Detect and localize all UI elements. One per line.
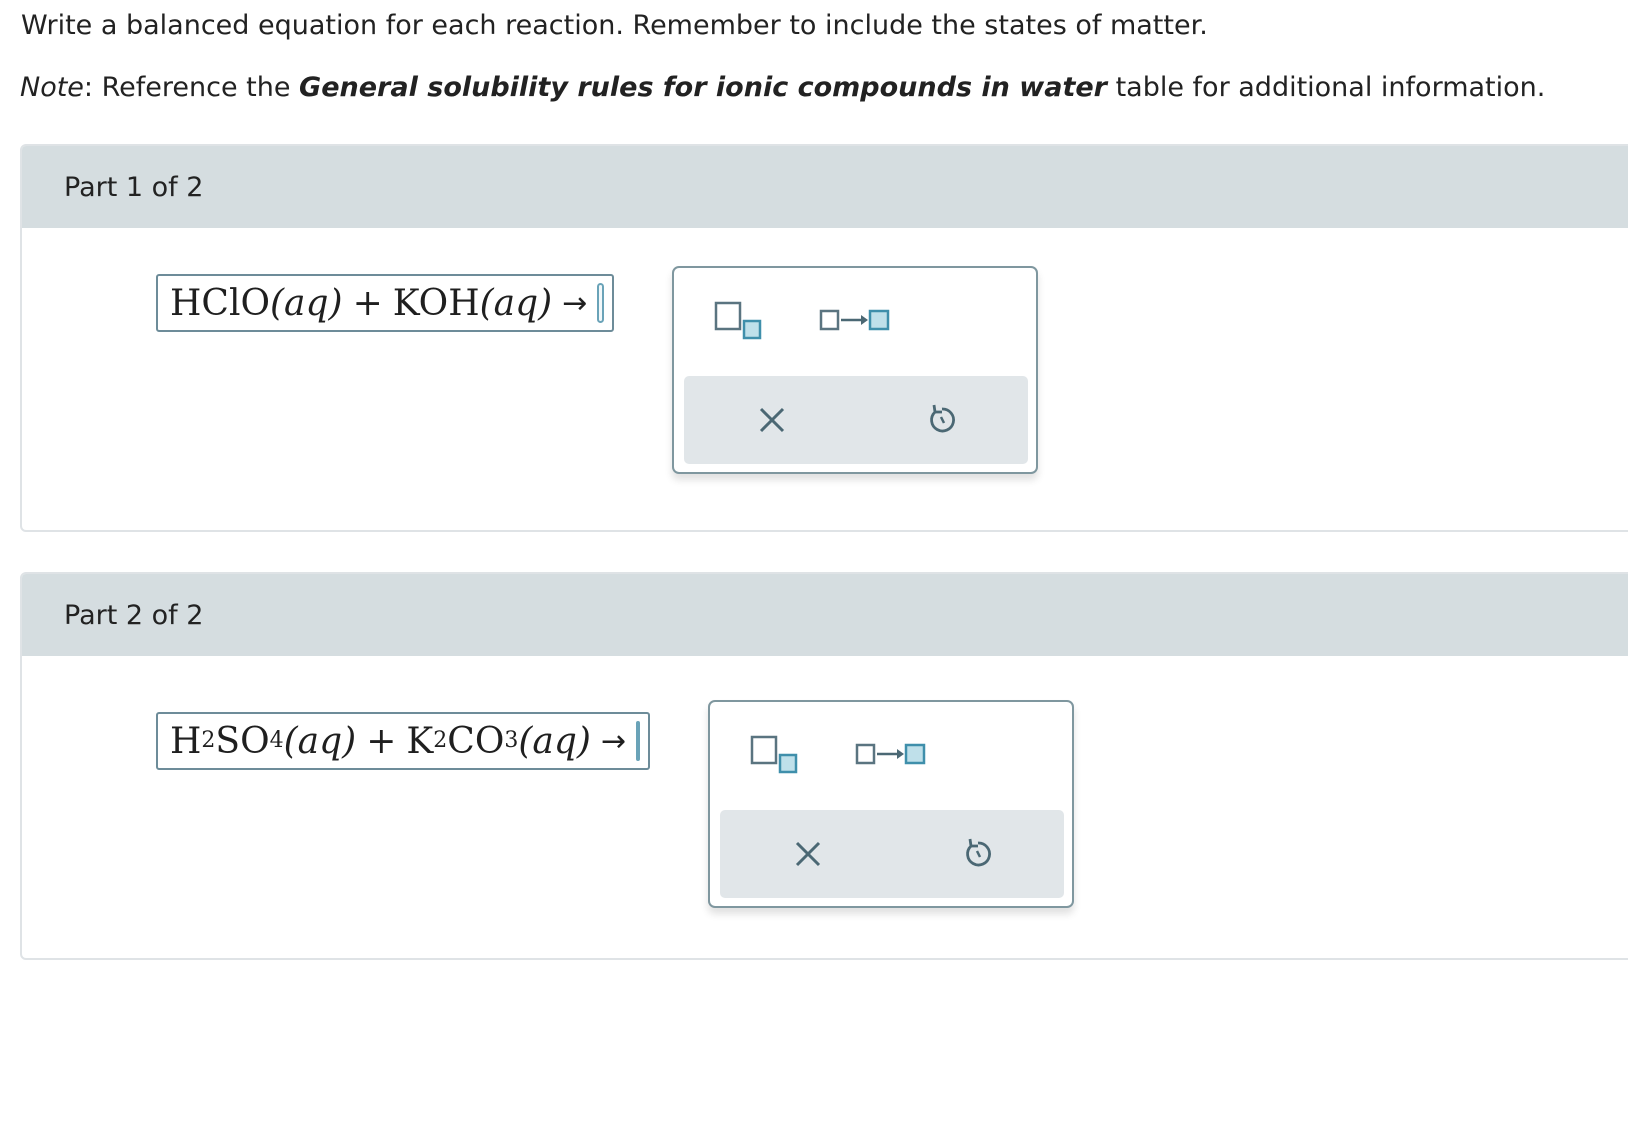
- toolbox-part-2: [708, 700, 1074, 908]
- x-icon: [759, 407, 785, 433]
- undo-button[interactable]: [924, 402, 960, 438]
- note-text: Note: Reference the General solubility r…: [20, 70, 1545, 106]
- reactant-2-state: (aq): [479, 282, 553, 324]
- reactant-2-element-co: CO: [447, 720, 505, 762]
- reaction-arrow-icon: [819, 309, 890, 331]
- reaction-arrow: →: [600, 723, 627, 759]
- subscript-box-icon: [750, 735, 798, 774]
- reaction-arrow: →: [562, 285, 588, 321]
- note-sep: : Reference the: [83, 72, 300, 103]
- part-2-header: Part 2 of 2: [22, 574, 1628, 656]
- reactant-1-state: (aq): [283, 720, 357, 762]
- part-1-header: Part 1 of 2: [22, 146, 1628, 228]
- subscript-tool-button[interactable]: [714, 300, 762, 340]
- subscript-box-icon: [714, 301, 762, 340]
- instructions-text: Write a balanced equation for each react…: [21, 10, 1208, 41]
- equation-input-part-2[interactable]: H 2 SO 4 (aq) + K 2 CO 3 (aq) →: [156, 712, 650, 770]
- undo-icon: [930, 404, 955, 433]
- equation-input-part-1[interactable]: HClO (aq) + KOH (aq) →: [156, 274, 614, 332]
- part-2-panel: Part 2 of 2 H 2 SO 4 (aq) + K 2 CO 3 (aq) →: [20, 572, 1628, 960]
- reaction-arrow-tool-button[interactable]: [855, 740, 927, 768]
- note-label: Note: [20, 72, 84, 103]
- answer-slot[interactable]: [636, 721, 641, 761]
- solubility-table-link[interactable]: General solubility rules for ionic compo…: [299, 72, 1107, 103]
- reactant-2-element-k: K: [406, 720, 434, 762]
- reactant-1: HClO: [170, 282, 270, 324]
- action-bar: [684, 376, 1028, 464]
- subscript-tool-button[interactable]: [750, 734, 798, 774]
- toolbox-part-1: [672, 266, 1038, 474]
- note-suffix: table for additional information.: [1107, 72, 1546, 103]
- plus-sign: +: [366, 720, 397, 762]
- clear-button[interactable]: [790, 836, 826, 872]
- answer-slot[interactable]: [597, 283, 604, 323]
- reactant-1-state: (aq): [269, 282, 343, 324]
- undo-icon: [966, 838, 991, 867]
- clear-button[interactable]: [754, 402, 790, 438]
- reactant-2-state: (aq): [518, 720, 591, 762]
- reactant-1-element-so: SO: [215, 720, 270, 762]
- reactant-1-element-h: H: [170, 720, 202, 762]
- action-bar: [720, 810, 1064, 898]
- reaction-arrow-icon: [855, 743, 926, 765]
- part-1-panel: Part 1 of 2 HClO (aq) + KOH (aq) →: [20, 144, 1628, 532]
- reaction-arrow-tool-button[interactable]: [819, 306, 891, 334]
- x-icon: [795, 841, 821, 867]
- undo-button[interactable]: [960, 836, 996, 872]
- plus-sign: +: [352, 282, 383, 324]
- reactant-2: KOH: [392, 282, 480, 324]
